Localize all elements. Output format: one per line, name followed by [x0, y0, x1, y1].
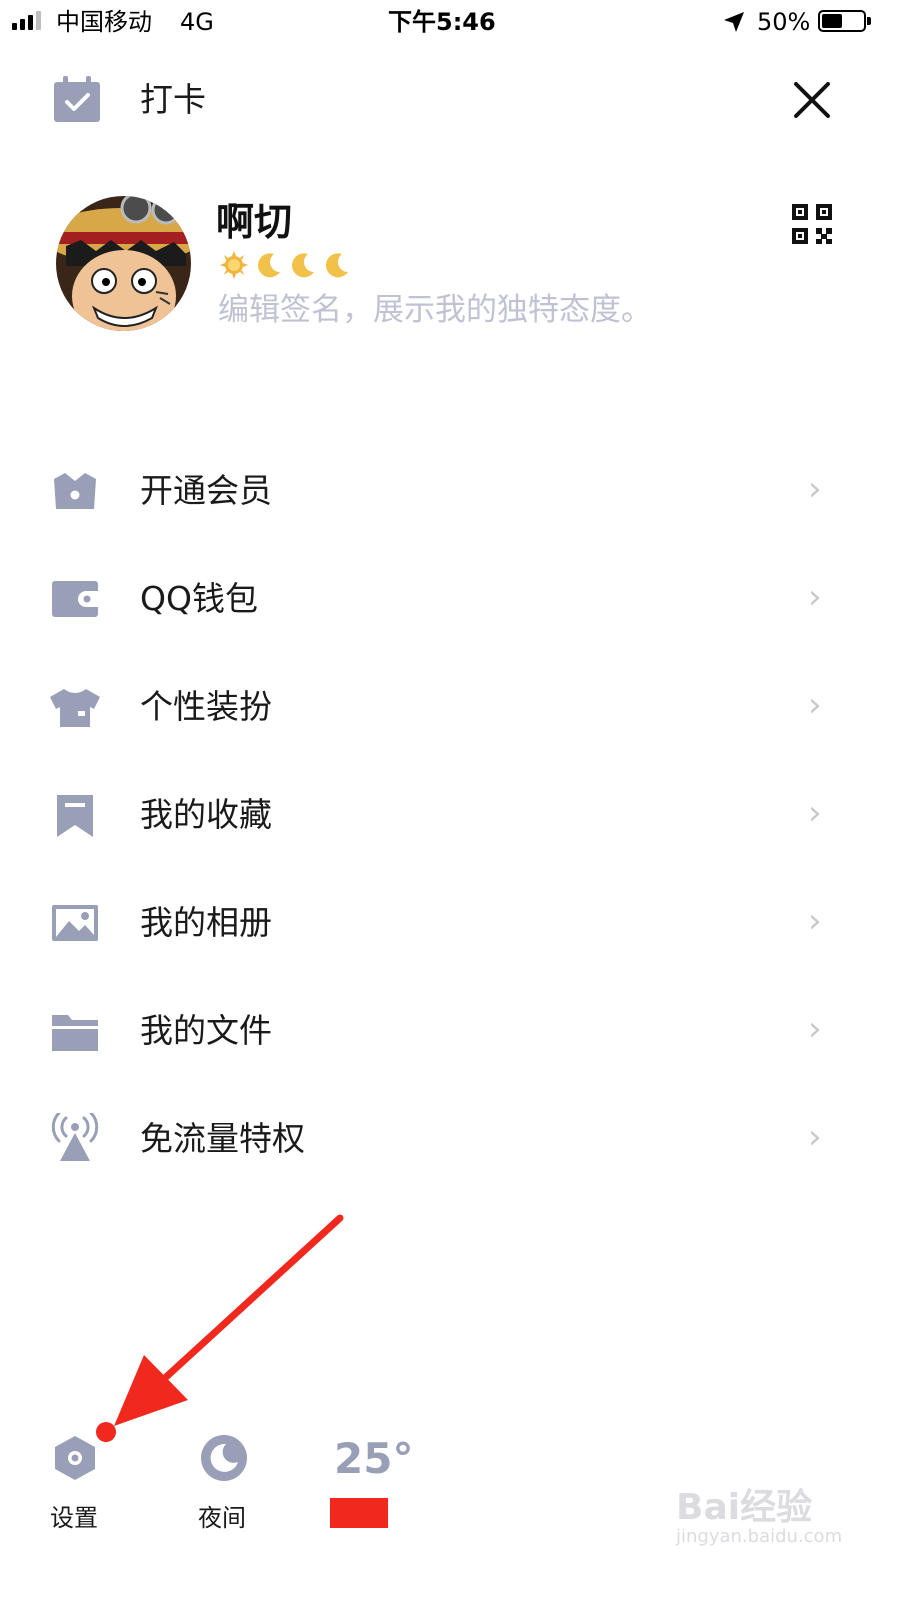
watermark-brand: Bai经验 — [676, 1487, 813, 1528]
checkin-button[interactable] — [52, 76, 102, 124]
moon-mode-icon — [201, 1435, 247, 1481]
clock: 下午5:46 — [388, 8, 496, 36]
menu-item-label: QQ钱包 — [140, 579, 258, 618]
menu-item-theme[interactable]: 个性装扮 › — [0, 657, 900, 757]
watermark-url: jingyan.baidu.com — [676, 1526, 843, 1547]
night-mode-label: 夜间 — [198, 1504, 246, 1532]
avatar[interactable] — [56, 196, 191, 331]
antenna-icon — [51, 1113, 99, 1161]
nickname[interactable]: 啊切 — [216, 198, 292, 246]
qr-code-icon[interactable] — [792, 204, 832, 244]
redaction-block — [330, 1498, 388, 1528]
moon-icon — [326, 253, 348, 278]
settings-label: 设置 — [50, 1504, 98, 1532]
watermark: Bai经验 jingyan.baidu.com — [672, 1478, 852, 1558]
menu-item-files[interactable]: 我的文件 › — [0, 981, 900, 1081]
chevron-right-icon: › — [808, 469, 822, 509]
moon-icon — [292, 253, 314, 278]
menu-item-label: 开通会员 — [140, 471, 272, 510]
carrier-label: 中国移动 — [56, 8, 152, 36]
signature-field[interactable]: 编辑签名，展示我的独特态度。 — [218, 290, 652, 330]
gear-icon — [55, 1436, 95, 1480]
chevron-right-icon: › — [808, 577, 822, 617]
menu-item-wallet[interactable]: QQ钱包 › — [0, 549, 900, 649]
moon-icon — [258, 253, 280, 278]
battery-percent: 50% — [757, 8, 811, 36]
signal-icon — [12, 0, 48, 44]
checkin-label[interactable]: 打卡 — [140, 80, 206, 120]
menu-item-favorites[interactable]: 我的收藏 › — [0, 765, 900, 865]
crown-icon — [54, 473, 96, 509]
menu-item-label: 我的文件 — [140, 1011, 272, 1050]
battery-icon — [818, 10, 871, 32]
menu-item-vip[interactable]: 开通会员 › — [0, 441, 900, 541]
chevron-right-icon: › — [808, 901, 822, 941]
menu-item-label: 我的收藏 — [140, 795, 272, 834]
weather-widget[interactable]: 25° — [330, 1430, 450, 1540]
location-arrow-icon — [724, 12, 744, 32]
temperature: 25° — [334, 1434, 414, 1483]
level-badges[interactable] — [218, 250, 358, 280]
network-label: 4G — [180, 8, 214, 36]
calendar-check-icon — [54, 76, 100, 122]
menu-item-label: 个性装扮 — [140, 687, 272, 726]
annotation-arrow-icon — [114, 1214, 344, 1426]
settings-button[interactable]: 设置 — [40, 1430, 110, 1532]
night-mode-button[interactable]: 夜间 — [190, 1430, 260, 1532]
status-bar: 中国移动 4G 下午5:46 50% — [0, 0, 900, 44]
shirt-icon — [50, 689, 100, 727]
chevron-right-icon: › — [808, 1009, 822, 1049]
sun-icon — [220, 251, 248, 279]
photo-icon — [52, 905, 98, 941]
menu-item-label: 免流量特权 — [140, 1119, 305, 1158]
wallet-icon — [52, 581, 98, 617]
menu-item-free-data[interactable]: 免流量特权 › — [0, 1089, 900, 1189]
close-icon[interactable] — [792, 80, 832, 120]
chevron-right-icon: › — [808, 793, 822, 833]
menu-item-label: 我的相册 — [140, 903, 272, 942]
menu-item-album[interactable]: 我的相册 › — [0, 873, 900, 973]
folder-icon — [52, 1015, 98, 1051]
bookmark-icon — [57, 795, 93, 837]
chevron-right-icon: › — [808, 685, 822, 725]
chevron-right-icon: › — [808, 1117, 822, 1157]
